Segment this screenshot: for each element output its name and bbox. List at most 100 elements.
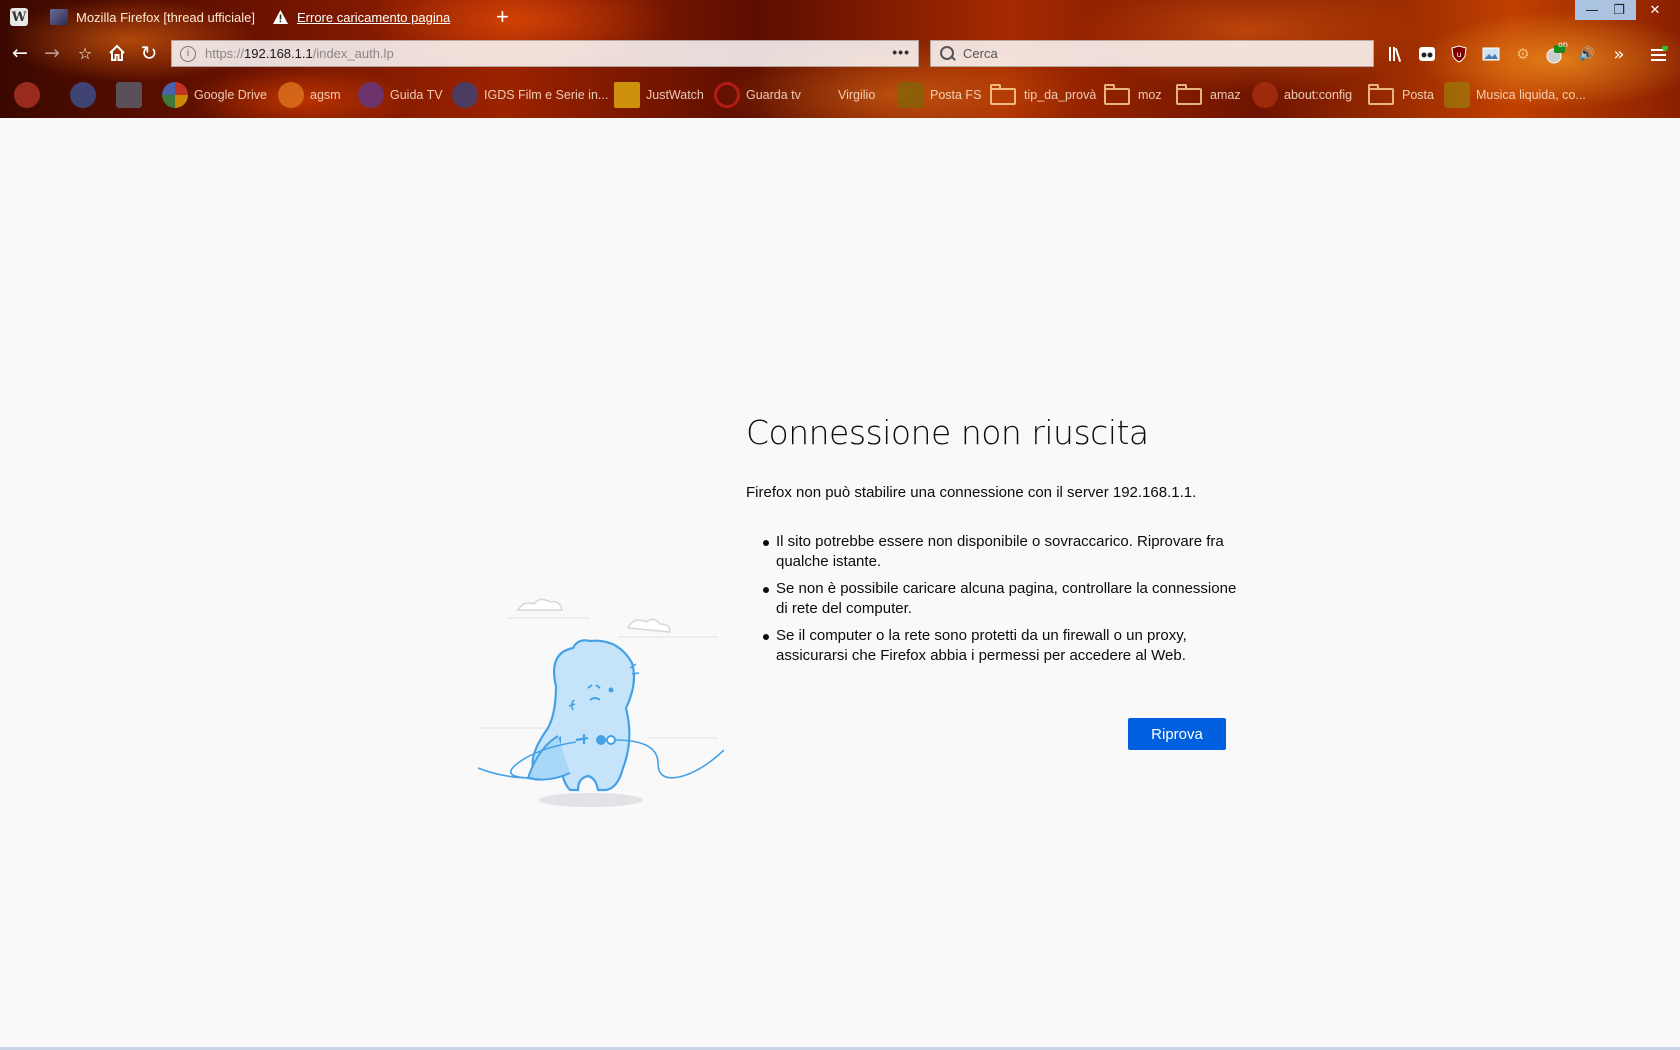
back-button[interactable]: ← [8,41,32,65]
bookmark-agsm[interactable]: agsm [278,82,341,108]
star-tray-icon: ☆ [77,43,93,63]
bookmark-icon-only-1[interactable] [14,82,46,108]
hamburger-icon [1651,46,1668,61]
tab-errore-caricamento[interactable]: Errore caricamento pagina [272,0,450,34]
bookmark-label: IGDS Film e Serie in... [484,88,609,102]
bookmark-folder-posta[interactable]: Posta [1368,84,1434,106]
bookmark-label: Guida TV [390,88,443,102]
bookmark-label: amaz [1210,88,1241,102]
bookmark-label: Google Drive [194,88,267,102]
reload-button[interactable]: ↻ [137,41,161,65]
search-input[interactable]: Cerca [963,46,998,61]
tab-mozilla-firefox-thread[interactable]: Mozilla Firefox [thread ufficiale] [50,0,255,34]
double-chevron-right-icon: » [1613,43,1625,65]
toggle-extension-button[interactable]: on [1544,40,1568,65]
bookmark-label: Musica liquida, co... [1476,88,1586,102]
bookmark-igds[interactable]: IGDS Film e Serie in... [452,82,609,108]
musica-icon [1444,82,1470,108]
bookmark-icon-only-2[interactable] [70,82,102,108]
error-description: Firefox non può stabilire una connession… [746,484,1197,501]
dinosaur-unplugged-illustration [478,598,724,807]
settings-extension-button[interactable]: ⚙ [1512,43,1534,65]
bookmark-label: Posta [1402,88,1434,102]
about-config-icon [1252,82,1278,108]
bookmark-folder-amaz[interactable]: amaz [1176,84,1241,106]
bookmark-folder-tip-da-prova[interactable]: tip_da_provà [990,84,1096,106]
bookmark-icon-only-3[interactable] [116,82,148,108]
bookmark-google-drive[interactable]: Google Drive [162,82,267,108]
url-bar[interactable]: i https://192.168.1.1/index_auth.lp ••• [171,40,919,67]
app-menu-icon[interactable]: W [10,0,28,34]
arrow-left-icon: ← [12,42,28,64]
reader-extension-button[interactable] [1416,43,1438,65]
warning-icon [273,10,288,24]
bookmark-label: tip_da_provà [1024,88,1097,102]
minimize-icon: — [1585,2,1599,18]
tab-label: Errore caricamento pagina [297,9,451,25]
search-bar[interactable]: Cerca [930,40,1374,67]
bookmark-about-config[interactable]: about:config [1252,82,1353,108]
hamburger-menu-button[interactable] [1648,43,1670,65]
url-host: 192.168.1.1 [244,46,313,61]
folder-icon [1368,84,1396,106]
bookmark-label: about:config [1284,88,1353,102]
folder-icon [990,84,1018,106]
info-icon[interactable]: i [180,45,196,62]
list-item: Se non è possibile caricare alcuna pagin… [746,579,1246,619]
library-icon [1389,47,1402,62]
overflow-menu-button[interactable]: » [1608,43,1630,65]
bookmark-label: moz [1138,88,1162,102]
bookmark-star-button[interactable]: ☆ [73,41,97,65]
justwatch-icon [614,82,640,108]
bookmark-guarda-tv[interactable]: Guarda tv [714,82,801,108]
url-scheme: https:// [205,46,245,61]
guida-tv-icon [358,82,384,108]
audio-extension-button[interactable]: 🔊 [1576,43,1598,65]
bookmark-label: Virgilio [838,88,876,102]
speaker-icon: 🔊 [1578,46,1596,62]
bookmark-guida-tv[interactable]: Guida TV [358,82,443,108]
maximize-button[interactable]: ❐ [1602,0,1636,20]
bookmark-folder-moz[interactable]: moz [1104,84,1162,106]
folder-icon [1104,84,1132,106]
url-text[interactable]: https://192.168.1.1/index_auth.lp [205,46,394,61]
error-tips-list: Il sito potrebbe essere non disponibile … [746,532,1246,673]
url-path: /index_auth.lp [312,46,394,61]
list-item: Il sito potrebbe essere non disponibile … [746,532,1246,572]
screenshot-extension-button[interactable] [1480,43,1502,65]
page-content: Connessione non riuscita Firefox non può… [0,118,1680,1050]
bookmark-label: JustWatch [646,88,704,102]
home-button[interactable] [105,41,129,65]
library-button[interactable] [1385,43,1407,65]
bookmark-label: Posta FS [930,88,982,102]
mask-icon [1419,47,1435,61]
retry-button[interactable]: Riprova [1128,718,1226,750]
bookmark-posta-fs[interactable]: Posta FS [898,82,982,108]
forward-button[interactable]: → [40,41,64,65]
page-title: Connessione non riuscita [746,413,1149,452]
plus-icon: + [496,4,509,29]
home-icon [109,44,125,61]
tab-favicon [50,9,68,25]
browser-chrome: W Mozilla Firefox [thread ufficiale] Err… [0,0,1680,118]
on-badge: on [1558,40,1568,49]
search-icon [939,45,957,63]
bookmark-justwatch[interactable]: JustWatch [614,82,704,108]
google-icon [162,82,188,108]
bookmark-virgilio[interactable]: Virgilio [814,84,875,106]
guarda-tv-icon [714,82,740,108]
agsm-icon [278,82,304,108]
igds-icon [452,82,478,108]
arrow-right-icon: → [44,42,60,64]
bookmark-label: agsm [310,88,341,102]
ublock-button[interactable]: u [1448,43,1470,65]
tab-label: Mozilla Firefox [thread ufficiale] [76,9,255,25]
bookmark-musica-liquida[interactable]: Musica liquida, co... [1444,82,1586,108]
page-actions-icon[interactable]: ••• [892,44,910,60]
bookmark-gray-icon [116,82,142,108]
close-window-button[interactable]: ✕ [1638,0,1672,20]
paypal-icon [70,82,96,108]
new-tab-button[interactable]: + [496,0,509,34]
folder-icon [1176,84,1204,106]
close-icon: ✕ [1649,2,1661,18]
